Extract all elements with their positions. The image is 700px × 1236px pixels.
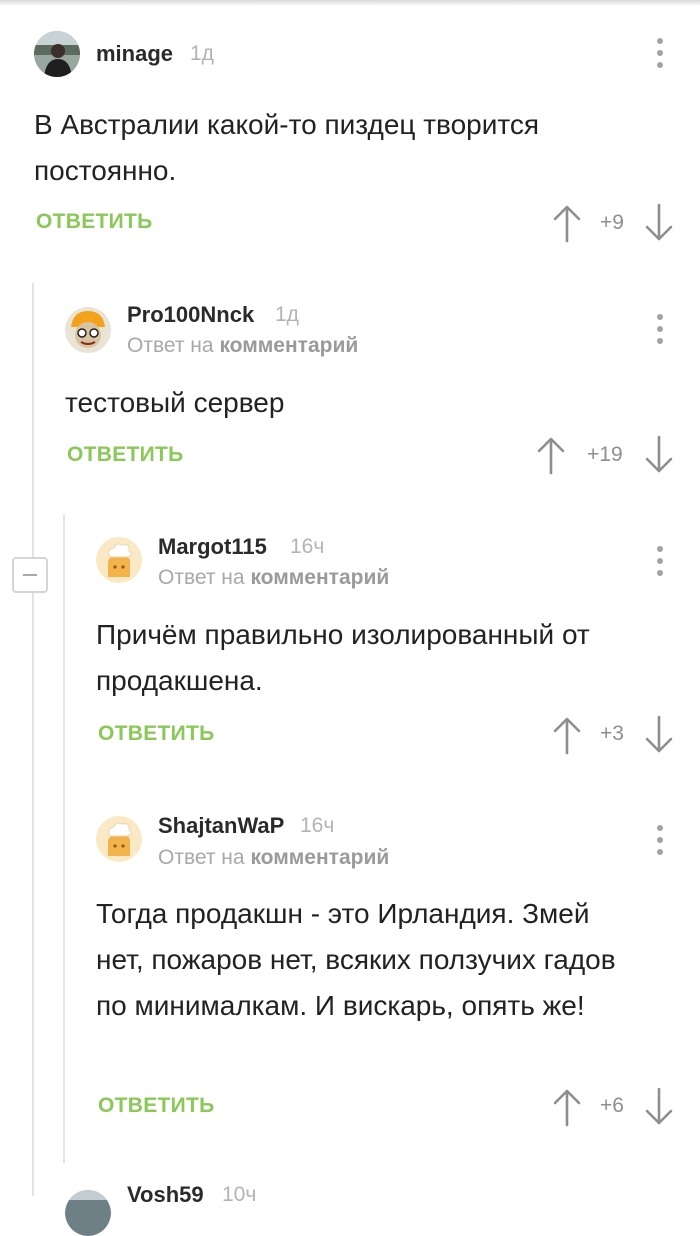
avatar[interactable] (96, 816, 142, 862)
comment-time: 1д (275, 303, 299, 326)
comment-text: В Австралии какой-то пиздец творится пос… (34, 109, 540, 186)
minus-icon (23, 574, 37, 576)
reply-to-prefix: Ответ на (158, 846, 245, 869)
avatar-cartoon-icon (65, 307, 111, 353)
comment-text: тестовый сервер (65, 387, 285, 418)
comment-text: Причём правильно изолированный от продак… (96, 619, 590, 696)
reply-to-link[interactable]: Ответ на комментарий (158, 566, 389, 590)
author-name[interactable]: Margot115 (158, 534, 267, 560)
comment-score: +6 (600, 1094, 624, 1117)
reply-to-prefix: Ответ на (158, 566, 245, 589)
reply-to-prefix: Ответ на (127, 334, 214, 357)
comment-time: 1д (190, 42, 214, 65)
more-vertical-icon[interactable] (650, 35, 670, 71)
arrow-up-icon[interactable] (546, 202, 588, 244)
more-vertical-icon[interactable] (650, 543, 670, 579)
reply-to-target[interactable]: комментарий (219, 334, 358, 357)
author-name[interactable]: minage (96, 41, 173, 67)
comment-score: +19 (587, 443, 623, 466)
arrow-down-icon[interactable] (638, 714, 680, 756)
reply-button[interactable]: ОТВЕТИТЬ (98, 722, 215, 746)
arrow-up-icon[interactable] (530, 434, 572, 476)
reply-to-target[interactable]: комментарий (250, 566, 389, 589)
arrow-down-icon[interactable] (638, 202, 680, 244)
avatar-photo-icon (34, 31, 80, 77)
author-name[interactable]: Pro100Nnck (127, 302, 254, 328)
default-avatar-icon (96, 537, 142, 583)
reply-to-target[interactable]: комментарий (250, 846, 389, 869)
comment-time: 16ч (300, 814, 335, 837)
avatar[interactable] (65, 1190, 111, 1236)
reply-button[interactable]: ОТВЕТИТЬ (98, 1094, 215, 1118)
author-name[interactable]: ShajtanWaP (158, 813, 284, 839)
collapse-thread-button[interactable] (12, 557, 48, 593)
reply-button[interactable]: ОТВЕТИТЬ (67, 443, 184, 467)
reply-to-link[interactable]: Ответ на комментарий (127, 334, 358, 358)
more-vertical-icon[interactable] (650, 822, 670, 858)
reply-button[interactable]: ОТВЕТИТЬ (36, 210, 153, 234)
arrow-down-icon[interactable] (638, 1086, 680, 1128)
thread-line-level-2 (63, 515, 65, 1163)
arrow-up-icon[interactable] (546, 714, 588, 756)
thread-line-level-1 (32, 283, 34, 1196)
top-edge (0, 0, 700, 6)
avatar[interactable] (65, 307, 111, 353)
avatar-photo-icon (65, 1190, 111, 1236)
arrow-up-icon[interactable] (546, 1086, 588, 1128)
default-avatar-icon (96, 816, 142, 862)
comment-score: +9 (600, 211, 624, 234)
author-name[interactable]: Vosh59 (127, 1182, 204, 1208)
comment-score: +3 (600, 722, 624, 745)
comment-time: 16ч (290, 535, 325, 558)
arrow-down-icon[interactable] (638, 434, 680, 476)
comment-text: Тогда продакшн - это Ирландия. Змей нет,… (96, 898, 616, 1021)
avatar[interactable] (96, 537, 142, 583)
comment-time: 10ч (222, 1183, 257, 1206)
more-vertical-icon[interactable] (650, 311, 670, 347)
avatar[interactable] (34, 31, 80, 77)
reply-to-link[interactable]: Ответ на комментарий (158, 846, 389, 870)
